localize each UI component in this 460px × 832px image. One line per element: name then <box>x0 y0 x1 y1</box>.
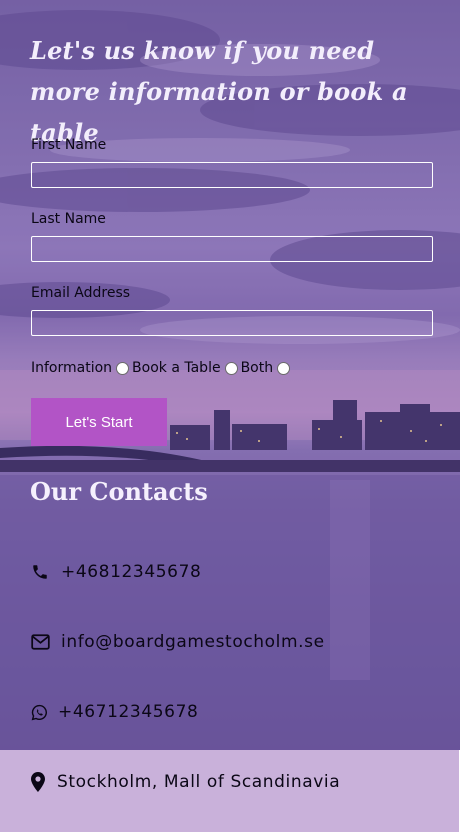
radio-option-information: Information <box>31 360 132 376</box>
contact-phone[interactable]: +46812345678 <box>31 562 201 582</box>
first-name-label: First Name <box>31 137 107 153</box>
radio-label-both: Both <box>240 360 274 376</box>
lets-start-button[interactable]: Let's Start <box>31 398 167 446</box>
contact-location-text: Stockholm, Mall of Scandinavia <box>57 772 341 792</box>
last-name-label: Last Name <box>31 211 106 227</box>
radio-book-a-table[interactable] <box>224 361 238 375</box>
contacts-title: Our Contacts <box>30 477 208 506</box>
email-label: Email Address <box>31 285 131 301</box>
form-title: Let's us know if you need more informati… <box>30 36 408 147</box>
location-bar: Stockholm, Mall of Scandinavia <box>0 750 460 832</box>
first-name-input[interactable] <box>31 162 433 188</box>
email-input[interactable] <box>31 310 433 336</box>
contact-whatsapp[interactable]: +46712345678 <box>31 702 198 722</box>
contact-whatsapp-text: +46712345678 <box>58 702 199 722</box>
contact-phone-text: +46812345678 <box>61 562 202 582</box>
envelope-icon <box>31 632 51 652</box>
radio-option-both: Both <box>241 360 294 376</box>
last-name-input[interactable] <box>31 236 433 262</box>
radio-label-information: Information <box>31 360 113 376</box>
contact-email-text: info@boardgamestocholm.se <box>61 632 325 652</box>
radio-option-book-a-table: Book a Table <box>132 360 241 376</box>
map-marker-icon <box>31 772 45 792</box>
whatsapp-icon <box>31 702 48 722</box>
contact-location[interactable]: Stockholm, Mall of Scandinavia <box>31 772 340 792</box>
radio-both[interactable] <box>277 361 291 375</box>
radio-label-book-a-table: Book a Table <box>132 360 221 376</box>
radio-information[interactable] <box>116 361 130 375</box>
inquiry-type-radio-group: Information Book a Table Both <box>31 358 293 378</box>
phone-icon <box>31 562 51 582</box>
contact-email[interactable]: info@boardgamestocholm.se <box>31 632 325 652</box>
